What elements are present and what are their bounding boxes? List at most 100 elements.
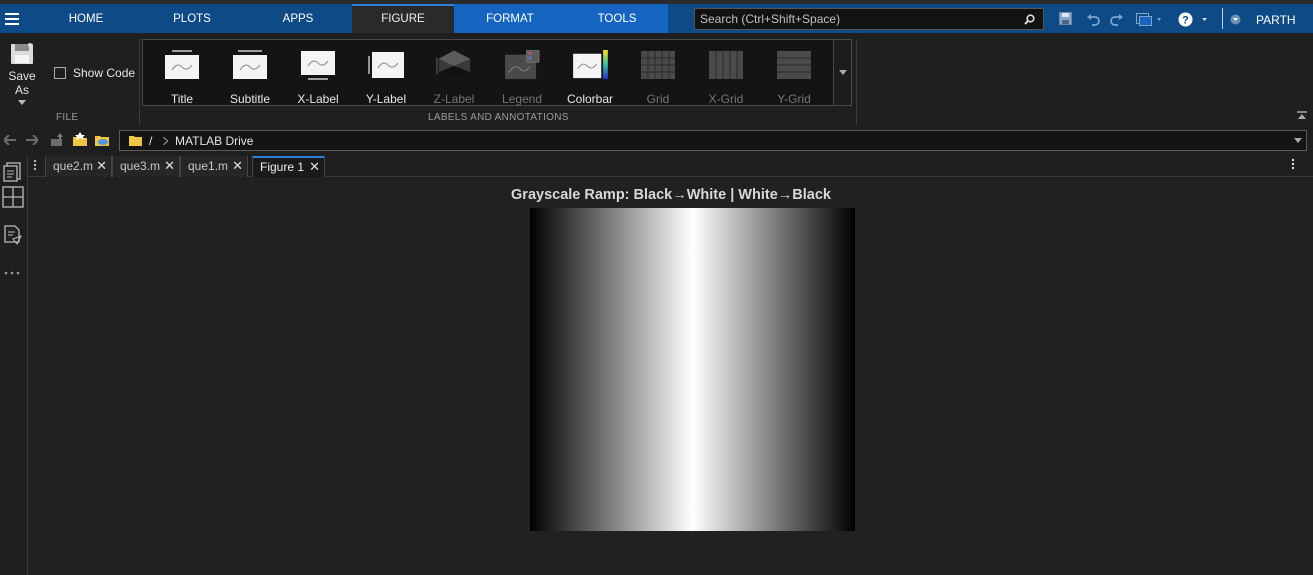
ylabel-gallery-button[interactable]: Y-Label bbox=[352, 44, 420, 106]
chevron-right-icon bbox=[163, 137, 168, 145]
close-icon[interactable]: ✕ bbox=[309, 158, 320, 176]
xgrid-label: X-Grid bbox=[708, 92, 744, 106]
show-code-checkbox[interactable]: Show Code bbox=[54, 66, 135, 80]
zlabel-label: Z-Label bbox=[433, 92, 475, 106]
top-menu-bar: HOME PLOTS APPS FIGURE FORMAT TOOLS ? bbox=[0, 0, 1313, 33]
subtitle-icon bbox=[233, 50, 267, 79]
ygrid-icon bbox=[777, 51, 811, 79]
document-tabs: que2.m ✕ que3.m ✕ que1.m ✕ Figure 1 ✕ bbox=[28, 154, 1313, 177]
tab-format[interactable]: FORMAT bbox=[454, 4, 566, 33]
ygrid-label: Y-Grid bbox=[777, 92, 811, 106]
subtitle-gallery-button[interactable]: Subtitle bbox=[216, 44, 284, 106]
chevron-down-icon bbox=[839, 70, 847, 75]
tab-que2[interactable]: que2.m ✕ bbox=[45, 156, 112, 177]
left-side-rail bbox=[0, 156, 28, 575]
tab-apps[interactable]: APPS bbox=[264, 4, 332, 33]
forward-arrow-icon[interactable] bbox=[26, 135, 38, 145]
xlabel-icon bbox=[301, 51, 335, 80]
title-gallery-button[interactable]: Title bbox=[148, 44, 216, 106]
tab-que3[interactable]: que3.m ✕ bbox=[112, 156, 180, 177]
figure-title: Grayscale Ramp: Black→White | White→Blac… bbox=[511, 187, 831, 203]
more-options-icon[interactable] bbox=[1291, 158, 1295, 170]
legend-label: Legend bbox=[501, 92, 543, 106]
ylabel-icon bbox=[368, 52, 404, 78]
gallery-expand-button[interactable] bbox=[833, 40, 851, 105]
checkbox-box[interactable] bbox=[54, 67, 66, 79]
workspace-panel-icon[interactable] bbox=[2, 186, 24, 208]
xgrid-gallery-button[interactable]: X-Grid bbox=[692, 44, 760, 106]
labels-gallery: Title Subtitle X-Label Y-Label Z-Label L… bbox=[142, 39, 852, 106]
path-root[interactable]: / bbox=[149, 134, 152, 148]
search-box[interactable] bbox=[694, 8, 1044, 30]
title-label: Title bbox=[170, 92, 194, 106]
file-section-label: FILE bbox=[56, 112, 79, 123]
xlabel-gallery-button[interactable]: X-Label bbox=[284, 44, 352, 106]
zlabel-gallery-button[interactable]: Z-Label bbox=[420, 44, 488, 106]
toolbar-divider bbox=[1222, 8, 1223, 29]
section-divider bbox=[139, 39, 140, 125]
labels-section-label: LABELS AND ANNOTATIONS bbox=[428, 112, 569, 123]
grid-icon bbox=[641, 51, 675, 79]
back-arrow-icon[interactable] bbox=[4, 135, 16, 145]
up-folder-icon[interactable] bbox=[50, 133, 64, 147]
show-code-label: Show Code bbox=[73, 66, 136, 80]
files-panel-icon[interactable] bbox=[2, 161, 24, 183]
browse-folder-icon[interactable] bbox=[72, 132, 88, 147]
ygrid-gallery-button[interactable]: Y-Grid bbox=[760, 44, 828, 106]
tab-plots[interactable]: PLOTS bbox=[158, 4, 226, 33]
title-icon bbox=[165, 50, 199, 79]
xlabel-label: X-Label bbox=[297, 92, 339, 106]
user-name[interactable]: PARTH bbox=[1256, 13, 1296, 27]
path-folder[interactable]: MATLAB Drive bbox=[175, 134, 253, 148]
floppy-disk-icon bbox=[11, 43, 33, 64]
address-bar: / MATLAB Drive bbox=[0, 128, 1313, 154]
tab-label: que1.m bbox=[188, 159, 229, 173]
legend-gallery-button[interactable]: Legend bbox=[488, 44, 556, 106]
folder-icon bbox=[129, 136, 142, 146]
tab-que1[interactable]: que1.m ✕ bbox=[180, 156, 248, 177]
search-icon[interactable] bbox=[1024, 14, 1035, 25]
subtitle-label: Subtitle bbox=[229, 92, 271, 106]
tab-home[interactable]: HOME bbox=[52, 4, 120, 33]
xgrid-icon bbox=[709, 51, 743, 79]
cloud-folder-icon[interactable] bbox=[94, 132, 110, 147]
grid-gallery-button[interactable]: Grid bbox=[624, 44, 692, 106]
save-as-button[interactable]: Save As bbox=[0, 41, 44, 105]
tab-menu-icon[interactable] bbox=[33, 159, 37, 171]
svg-text:?: ? bbox=[1182, 15, 1189, 27]
hamburger-menu-icon[interactable] bbox=[5, 13, 19, 25]
collapse-toolstrip-icon[interactable] bbox=[1297, 111, 1307, 120]
path-dropdown-icon[interactable] bbox=[1294, 138, 1302, 143]
colorbar-label: Colorbar bbox=[566, 92, 614, 106]
colorbar-gallery-button[interactable]: Colorbar bbox=[556, 44, 624, 106]
command-history-icon[interactable] bbox=[2, 224, 24, 246]
close-icon[interactable]: ✕ bbox=[232, 156, 243, 176]
toolstrip: Save As Show Code FILE Title Subtitle X-… bbox=[0, 33, 1313, 128]
figure-window: Grayscale Ramp: Black→White | White→Blac… bbox=[29, 178, 1313, 575]
tab-label: que2.m bbox=[53, 159, 94, 173]
colorbar-icon bbox=[573, 50, 608, 80]
close-icon[interactable]: ✕ bbox=[164, 156, 175, 176]
tab-label: que3.m bbox=[120, 159, 161, 173]
window-layout-icon[interactable] bbox=[1136, 13, 1164, 26]
grayscale-ramp-image[interactable] bbox=[530, 208, 855, 531]
account-dropdown-icon[interactable] bbox=[1230, 14, 1241, 25]
undo-icon[interactable] bbox=[1086, 14, 1100, 26]
search-input[interactable] bbox=[695, 9, 1015, 29]
save-icon[interactable] bbox=[1059, 12, 1072, 25]
close-icon[interactable]: ✕ bbox=[96, 156, 107, 176]
tab-label: Figure 1 bbox=[260, 160, 305, 174]
section-divider bbox=[856, 39, 857, 125]
tab-figure[interactable]: FIGURE bbox=[352, 4, 454, 33]
legend-icon bbox=[505, 49, 540, 80]
help-icon[interactable]: ? bbox=[1178, 12, 1210, 27]
path-field[interactable]: / MATLAB Drive bbox=[119, 130, 1307, 151]
tab-figure-1[interactable]: Figure 1 ✕ bbox=[252, 156, 325, 177]
save-as-label: Save As bbox=[8, 69, 36, 97]
redo-icon[interactable] bbox=[1110, 14, 1124, 26]
zlabel-icon bbox=[436, 50, 471, 80]
grid-label: Grid bbox=[646, 92, 670, 106]
tab-tools[interactable]: TOOLS bbox=[566, 4, 668, 33]
more-panels-icon[interactable] bbox=[2, 262, 24, 284]
chevron-down-icon bbox=[18, 100, 26, 105]
